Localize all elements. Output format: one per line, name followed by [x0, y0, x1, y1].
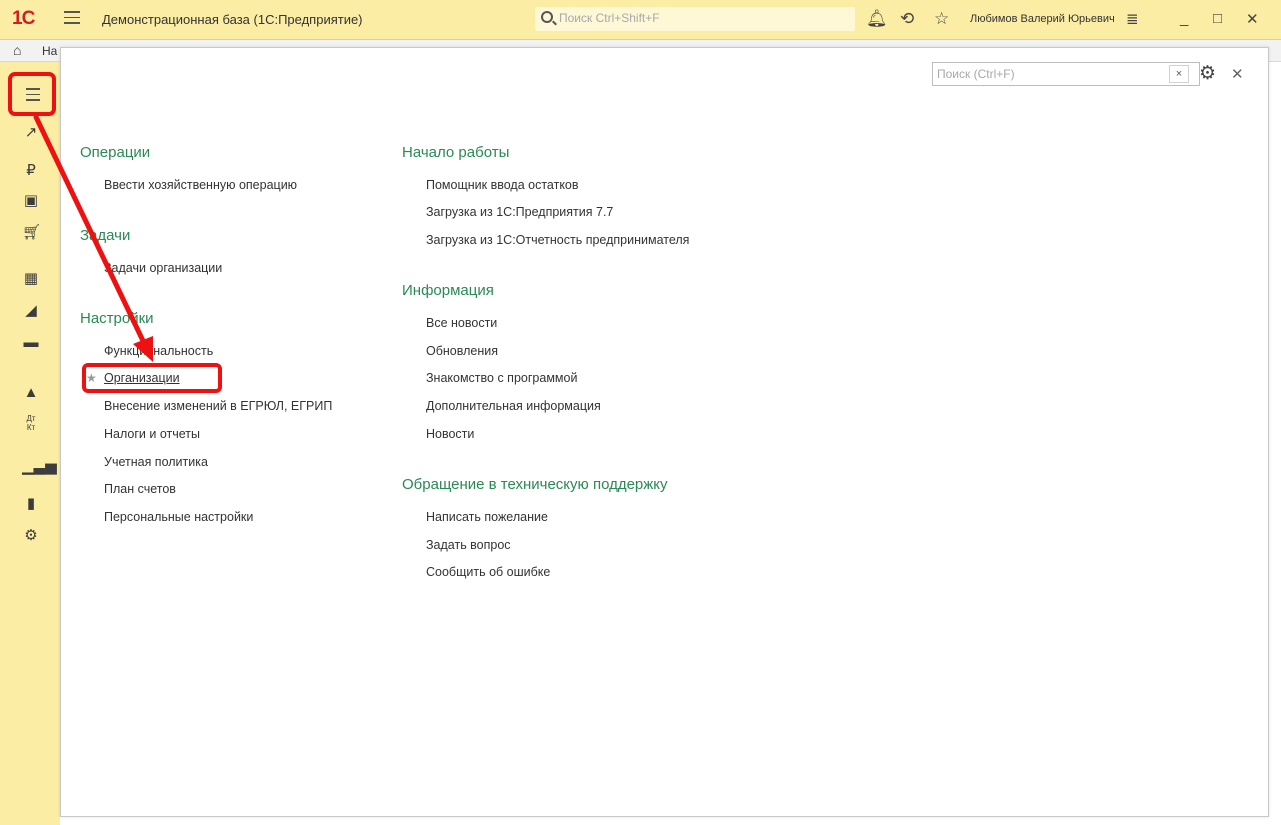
- link-report-error[interactable]: Сообщить об ошибке: [426, 565, 550, 579]
- user-name[interactable]: Любимов Валерий Юрьевич: [970, 13, 1115, 25]
- truck-icon[interactable]: ▬: [22, 334, 40, 352]
- bag-icon[interactable]: ▣: [22, 192, 40, 210]
- panel-search-input[interactable]: Поиск (Ctrl+F): [932, 62, 1200, 86]
- bell-icon[interactable]: 🔔︎: [866, 9, 888, 29]
- dt-kt-icon[interactable]: Дт Кт: [22, 414, 40, 432]
- link-intro[interactable]: Знакомство с программой: [426, 371, 577, 385]
- title-bar: 1С Демонстрационная база (1С:Предприятие…: [0, 0, 1281, 40]
- organizations-highlight-annotation: [82, 363, 222, 393]
- link-organization-tasks[interactable]: Задачи организации: [104, 261, 222, 275]
- link-accounting-policy[interactable]: Учетная политика: [104, 455, 208, 469]
- global-search-placeholder: Поиск Ctrl+Shift+F: [559, 11, 660, 25]
- main-menu-button[interactable]: [8, 72, 56, 116]
- home-tab-label[interactable]: На: [42, 44, 57, 58]
- section-title-information: Информация: [402, 282, 494, 299]
- global-search-input[interactable]: Поиск Ctrl+Shift+F: [535, 7, 855, 31]
- link-import-entrepreneur[interactable]: Загрузка из 1С:Отчетность предпринимател…: [426, 233, 689, 247]
- warehouse-icon[interactable]: ▦: [22, 270, 40, 288]
- app-logo: 1С: [12, 8, 35, 29]
- link-egrul-changes[interactable]: Внесение изменений в ЕГРЮЛ, ЕГРИП: [104, 399, 332, 413]
- settings-lines-icon[interactable]: ≣: [1126, 10, 1139, 28]
- cart-icon[interactable]: 🛒︎: [22, 224, 41, 242]
- minimize-icon[interactable]: _: [1180, 10, 1188, 27]
- panel-search-placeholder: Поиск (Ctrl+F): [937, 67, 1015, 81]
- link-all-news[interactable]: Все новости: [426, 316, 497, 330]
- link-functionality[interactable]: Функциональность: [104, 344, 213, 358]
- link-updates[interactable]: Обновления: [426, 344, 498, 358]
- person-icon[interactable]: ▲: [22, 384, 40, 402]
- maximize-icon[interactable]: □: [1213, 10, 1222, 27]
- factory-icon[interactable]: ◢: [22, 302, 40, 320]
- close-icon[interactable]: ✕: [1246, 10, 1259, 28]
- section-title-operations: Операции: [80, 144, 151, 161]
- section-title-support: Обращение в техническую поддержку: [402, 476, 668, 493]
- ruble-icon[interactable]: ₽: [22, 162, 40, 180]
- section-title-tasks: Задачи: [80, 227, 131, 244]
- chart-icon[interactable]: ↗: [22, 124, 40, 142]
- star-icon[interactable]: ☆: [934, 9, 949, 29]
- link-taxes-reports[interactable]: Налоги и отчеты: [104, 427, 200, 441]
- settings-gear-icon[interactable]: ⚙: [1199, 62, 1216, 85]
- sections-sidebar: ↗ ₽ ▣ 🛒︎ ▦ ◢ ▬ ▲ Дт Кт ▁▃▅ ▮ ⚙: [0, 62, 60, 825]
- books-icon[interactable]: ▮: [22, 495, 40, 513]
- menu-icon[interactable]: [64, 11, 80, 25]
- link-news[interactable]: Новости: [426, 427, 474, 441]
- link-import-77[interactable]: Загрузка из 1С:Предприятия 7.7: [426, 205, 613, 219]
- close-panel-icon[interactable]: ✕: [1231, 65, 1244, 83]
- clear-search-icon[interactable]: ×: [1169, 65, 1189, 83]
- menu-icon: [26, 88, 40, 105]
- link-write-wish[interactable]: Написать пожелание: [426, 510, 548, 524]
- section-title-settings: Настройки: [80, 310, 154, 327]
- section-title-getting-started: Начало работы: [402, 144, 510, 161]
- search-icon: [541, 11, 553, 23]
- reports-icon[interactable]: ▁▃▅: [22, 458, 57, 476]
- app-title: Демонстрационная база (1С:Предприятие): [102, 12, 363, 27]
- link-ask-question[interactable]: Задать вопрос: [426, 538, 511, 552]
- gear-icon[interactable]: ⚙: [22, 527, 40, 545]
- link-balance-wizard[interactable]: Помощник ввода остатков: [426, 178, 579, 192]
- link-personal-settings[interactable]: Персональные настройки: [104, 510, 253, 524]
- link-chart-of-accounts[interactable]: План счетов: [104, 482, 176, 496]
- home-icon[interactable]: ⌂: [13, 42, 21, 58]
- link-enter-operation[interactable]: Ввести хозяйственную операцию: [104, 178, 297, 192]
- all-functions-panel: Поиск (Ctrl+F) × ⚙ ✕ Операции Ввести хоз…: [60, 47, 1269, 817]
- link-additional-info[interactable]: Дополнительная информация: [426, 399, 601, 413]
- history-icon[interactable]: ⟲: [900, 9, 914, 29]
